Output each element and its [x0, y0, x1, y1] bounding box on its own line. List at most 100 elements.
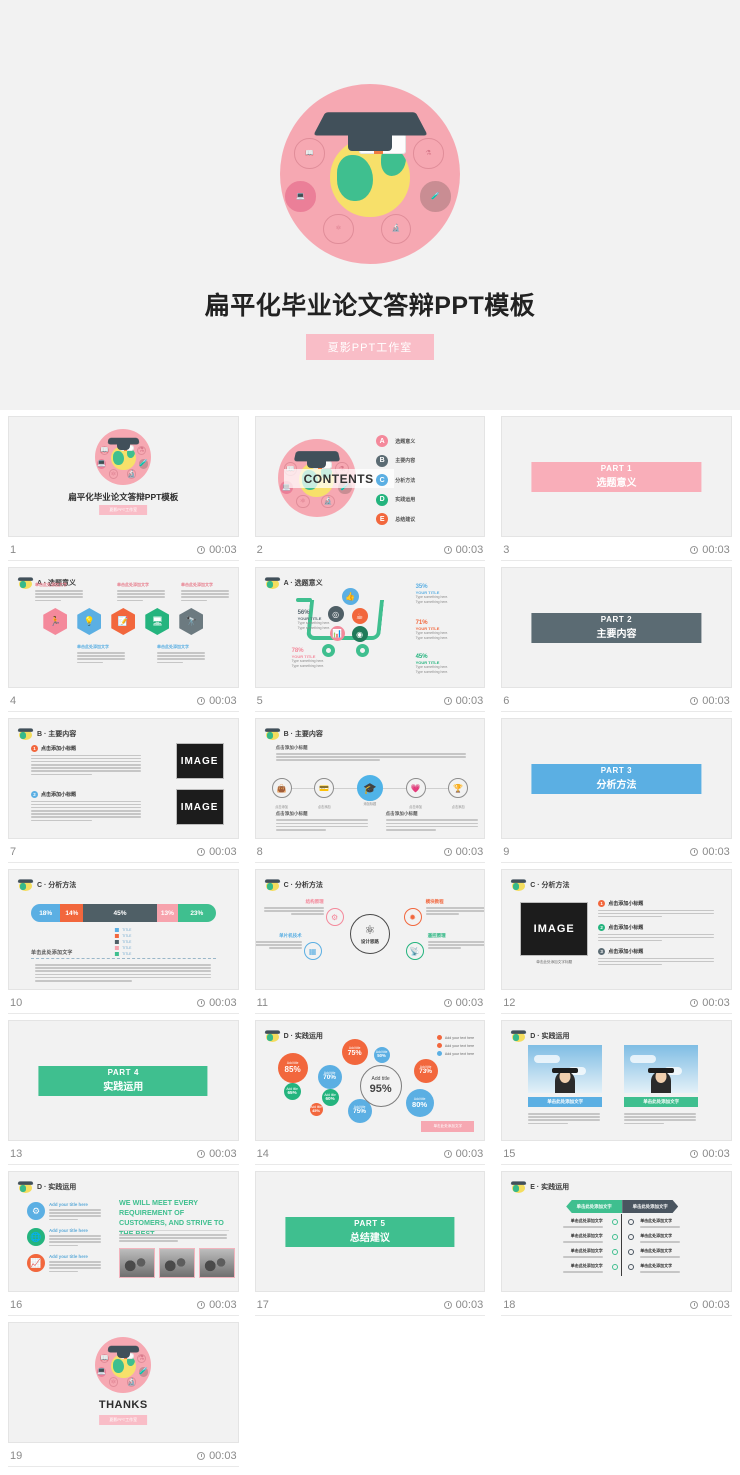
- slide-meta: 3 00:03: [501, 537, 732, 561]
- slide-thumbnail-14[interactable]: D · 实践运用 Add title 85% Add title 70% Add titl…: [254, 1020, 486, 1141]
- slide-cell[interactable]: B · 主要内容 点击添加小标题 👜 点击添加 💳 点击添加 🎓 添加标题 💗 点击添加 🏆 点击添加…: [247, 712, 494, 863]
- timeline-node[interactable]: 🏆 点击添加: [448, 778, 469, 809]
- clock-icon: [690, 998, 699, 1007]
- slide-header-label: B · 主要内容: [37, 730, 77, 738]
- slide-cell[interactable]: PART 4 实践运用 13 00:03: [0, 1014, 247, 1165]
- graduation-cap-icon: [510, 1179, 527, 1194]
- mindmap-branch: 遥控原理: [427, 933, 485, 949]
- mindmap-branch: 模块教程: [425, 899, 485, 915]
- timeline-node[interactable]: 🎓 添加标题: [356, 775, 383, 806]
- slide-thumbnail-7[interactable]: B · 主要内容 1 点击添加小标题 IMAGE 2 点击添加小标题 IMAGE: [8, 718, 239, 839]
- slide-thumbnail-9[interactable]: PART 3 分析方法: [501, 718, 732, 839]
- foot-title: 点击添加小标题: [275, 811, 308, 816]
- slide-thumbnail-16[interactable]: D · 实践运用 ⚙ Add your title here 🌐 Add your ti…: [8, 1171, 239, 1292]
- contents-item-b[interactable]: B 主要内容: [376, 454, 468, 467]
- slide-thumbnail-17[interactable]: PART 5 总结建议: [254, 1171, 486, 1292]
- slide-duration: 00:03: [690, 846, 730, 858]
- compare-bullet: [628, 1219, 635, 1225]
- bubble: Add title 85%: [277, 1053, 308, 1083]
- slide-cell[interactable]: D · 实践运用 ⚙ Add your title here 🌐 Add your ti…: [0, 1165, 247, 1316]
- timeline-node[interactable]: 💳 点击添加: [314, 778, 335, 809]
- slide-duration-label: 00:03: [702, 996, 730, 1009]
- foot-title: 点击添加小标题: [385, 811, 418, 816]
- slide-thumbnail-13[interactable]: PART 4 实践运用: [8, 1020, 239, 1141]
- compare-bullet: [628, 1234, 635, 1240]
- placeholder-text-lines: [529, 1226, 603, 1228]
- slide-thumbnail-8[interactable]: B · 主要内容 点击添加小标题 👜 点击添加 💳 点击添加 🎓 添加标题 💗 点击添加 🏆 点击添加…: [254, 718, 486, 839]
- block-number: 2: [31, 791, 38, 798]
- contents-item-e[interactable]: E 总结建议: [376, 513, 468, 525]
- slide-duration-label: 00:03: [209, 845, 237, 858]
- slide-cell[interactable]: C · 分析方法 IMAGE 单击此处添加文字标题 1 点击添加小标题 2 点击添加小标题 3…: [493, 863, 740, 1014]
- placeholder-text-lines: [385, 819, 482, 831]
- microscope-icon: 🔬: [126, 1377, 137, 1387]
- slide-cell[interactable]: PART 1 选题意义 3 00:03: [493, 410, 740, 561]
- slide-duration: 00:03: [443, 694, 484, 707]
- compare-row-title: 单击此处添加文字: [570, 1233, 603, 1238]
- photo-row: [119, 1248, 238, 1278]
- graduation-cap-icon: [107, 1345, 140, 1353]
- slide-cell[interactable]: 📖 ⚗ 💻 🧪 ⚛ 🔬 THANKS 夏影PPT工作室 19 00:03: [0, 1316, 247, 1467]
- slide-thumbnail-12[interactable]: C · 分析方法 IMAGE 单击此处添加文字标题 1 点击添加小标题 2 点击添加小标题 3…: [501, 869, 732, 990]
- slide-thumbnail-10[interactable]: C · 分析方法 18% 14% 45% 13% 23% TITLE TITLE TITLE TI…: [8, 869, 239, 990]
- slide-cell[interactable]: D · 实践运用 Add title 85% Add title 70% Add titl…: [247, 1014, 494, 1165]
- item-number: 3: [598, 948, 606, 955]
- slide-cell[interactable]: B · 主要内容 1 点击添加小标题 IMAGE 2 点击添加小标题 IMAGE 7 00:03: [0, 712, 247, 863]
- bubble-value: 75%: [347, 1050, 362, 1058]
- slide-thumbnail-1[interactable]: 📖 ⚗ 💻 🧪 ⚛ 🔬 扁平化毕业论文答辩PPT模板 夏影PPT工作室: [8, 416, 239, 537]
- slide-cell[interactable]: A · 选题意义 👍 ◎ ☕ 📊 ◉ 35% YOUR TITLE Type something…: [247, 561, 494, 712]
- cover-badge: 夏影PPT工作室: [99, 505, 148, 515]
- contents-item-d[interactable]: D 实践运用: [376, 493, 468, 506]
- block-number: 1: [31, 745, 38, 752]
- timeline-node[interactable]: 👜 点击添加: [271, 778, 292, 809]
- antenna-icon: 📡: [405, 942, 424, 960]
- slide-duration: 00:03: [197, 1450, 237, 1462]
- hex-note-title: 单击此处添加文字: [35, 582, 67, 587]
- slide-thumbnail-2[interactable]: 📖⚗💻🧪⚛🔬CONTENTSA选题意义B主要内容C分析方法D实践运用E总结建议: [254, 416, 486, 537]
- branch-label: 遥控原理: [427, 933, 446, 938]
- contents-item-c[interactable]: C 分析方法: [376, 474, 468, 486]
- slide-header: B · 主要内容: [17, 726, 77, 741]
- slide-cell[interactable]: PART 5 总结建议 17 00:03: [247, 1165, 494, 1316]
- hex-note-title: 单击此处添加文字: [117, 582, 149, 587]
- contents-item-a[interactable]: A 选题意义: [376, 435, 468, 447]
- timeline-node[interactable]: 💗 点击添加: [405, 778, 426, 809]
- slide-thumbnail-11[interactable]: C · 分析方法 ⚛ 设计思路 ⚙ 结构原理 ▦ 单片机技术 ✹ 模块教程 📡 遥控原理: [254, 869, 486, 990]
- part-banner: PART 4 实践运用: [38, 1065, 208, 1096]
- timeline-caption: 点击添加: [409, 805, 422, 809]
- slide-cell[interactable]: C · 分析方法 18% 14% 45% 13% 23% TITLE TITLE TITLE TI…: [0, 863, 247, 1014]
- block-title: 点击添加小标题: [41, 746, 77, 752]
- slide-thumbnail-19[interactable]: 📖 ⚗ 💻 🧪 ⚛ 🔬 THANKS 夏影PPT工作室: [8, 1322, 239, 1443]
- placeholder-text-lines: [598, 909, 716, 918]
- photo: [624, 1045, 699, 1093]
- contents-bullet: B: [376, 454, 389, 467]
- slide-cell[interactable]: 📖 ⚗ 💻 🧪 ⚛ 🔬 扁平化毕业论文答辩PPT模板 夏影PPT工作室 1 00:03: [0, 410, 247, 561]
- placeholder-text-lines: [119, 1234, 229, 1242]
- slide-duration-label: 00:03: [455, 694, 484, 707]
- slide-thumbnail-3[interactable]: PART 1 选题意义: [501, 416, 732, 537]
- part-banner: PART 1 选题意义: [531, 461, 702, 492]
- bubble-value: 75%: [353, 1108, 367, 1116]
- slide-thumbnail-5[interactable]: A · 选题意义 👍 ◎ ☕ 📊 ◉ 35% YOUR TITLE Type something…: [254, 567, 486, 688]
- slide-thumbnail-18[interactable]: E · 实践运用 单击此处添加文字 单击此处添加文字 单击此处添加文字 单击此处添加文字…: [501, 1171, 732, 1292]
- compare-right-header: 单击此处添加文字: [622, 1200, 679, 1213]
- slide-cell[interactable]: 📖⚗💻🧪⚛🔬CONTENTSA选题意义B主要内容C分析方法D实践运用E总结建议2…: [247, 410, 494, 561]
- slide-cell[interactable]: C · 分析方法 ⚛ 设计思路 ⚙ 结构原理 ▦ 单片机技术 ✹ 模块教程 📡 遥控原理 11 00:0…: [247, 863, 494, 1014]
- slide-cell[interactable]: E · 实践运用 单击此处添加文字 单击此处添加文字 单击此处添加文字 单击此处添加文字…: [493, 1165, 740, 1316]
- clock-icon: [443, 1149, 452, 1158]
- slide-thumbnail-15[interactable]: D · 实践运用 单击此处添加文字 单击此处添加文字: [501, 1020, 732, 1141]
- slide-thumbnail-4[interactable]: A · 选题意义 🏃 💡 📝 🖥 🔭 单击此处添加文字 单击此处添加文字 单击此处添加文字 单击此…: [8, 567, 239, 688]
- slide-cell[interactable]: PART 3 分析方法 9 00:03: [493, 712, 740, 863]
- slide-duration-label: 00:03: [455, 845, 484, 858]
- slide-meta: 4 00:03: [8, 688, 239, 712]
- slide-duration: 00:03: [443, 544, 483, 556]
- slide-cell[interactable]: PART 2 主要内容 6 00:03: [493, 561, 740, 712]
- timeline-caption: 点击添加: [451, 805, 465, 809]
- slide-thumbnail-6[interactable]: PART 2 主要内容: [501, 567, 732, 688]
- bubble: Add title 65%: [283, 1083, 301, 1100]
- slide-number: 4: [10, 694, 17, 707]
- slide-cell[interactable]: D · 实践运用 单击此处添加文字 单击此处添加文字 15 00:03: [493, 1014, 740, 1165]
- legend-entry: TITLE: [115, 928, 131, 932]
- globe-icon: 🌐: [27, 1228, 45, 1246]
- slide-cell[interactable]: A · 选题意义 🏃 💡 📝 🖥 🔭 单击此处添加文字 单击此处添加文字 单击此处添加文字 单击此…: [0, 561, 247, 712]
